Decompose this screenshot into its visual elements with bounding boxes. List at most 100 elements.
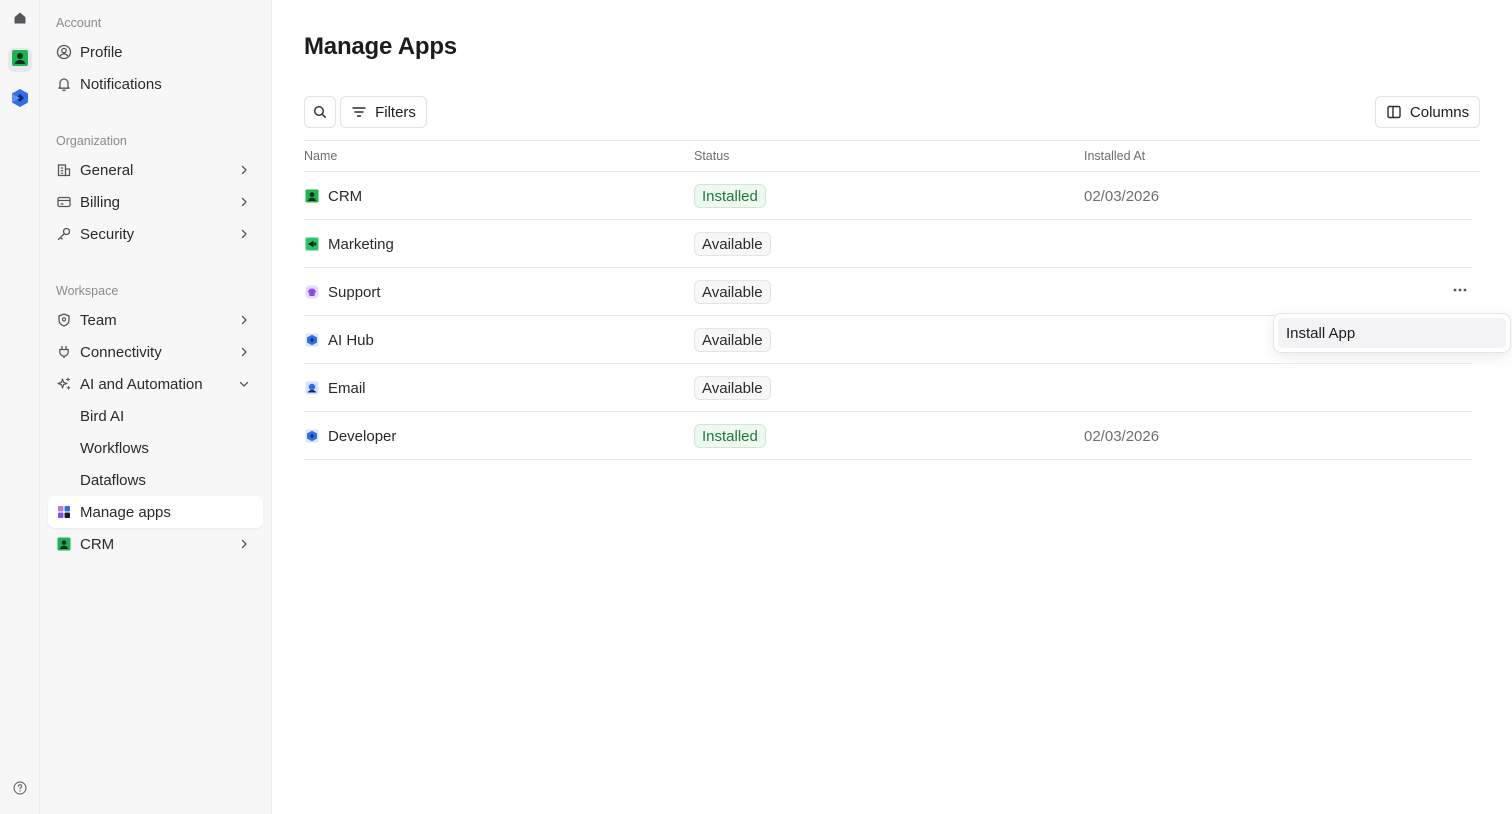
status-badge: Available xyxy=(694,328,771,352)
crm-icon xyxy=(304,188,320,204)
app-name-cell: Marketing xyxy=(304,220,394,268)
columns-button[interactable]: Columns xyxy=(1375,96,1480,128)
sidebar-item-general[interactable]: General xyxy=(48,154,263,186)
column-header-name[interactable]: Name xyxy=(304,149,337,163)
chevron-down-icon xyxy=(237,377,251,391)
sidebar-item-connectivity[interactable]: Connectivity xyxy=(48,336,263,368)
sidebar-subitem-bird-ai[interactable]: Bird AI xyxy=(72,400,263,432)
sidebar-item-ai-and-automation[interactable]: AI and Automation xyxy=(48,368,263,400)
shield-icon xyxy=(56,312,72,328)
table-row[interactable]: Support Available xyxy=(304,268,1472,316)
key-icon xyxy=(56,226,72,242)
support-icon xyxy=(304,284,320,300)
install-app-menu-item[interactable]: Install App xyxy=(1278,318,1506,348)
sidebar-item-label: Connectivity xyxy=(80,343,162,361)
app-name: AI Hub xyxy=(328,331,374,349)
app-name: Email xyxy=(328,379,366,397)
row-context-menu: Install App xyxy=(1273,313,1511,353)
search-button[interactable] xyxy=(304,96,336,128)
sidebar-item-label: General xyxy=(80,161,134,179)
table-row[interactable]: Email Available xyxy=(304,364,1472,412)
sidebar-item-billing[interactable]: Billing xyxy=(48,186,263,218)
building-icon xyxy=(56,162,72,178)
search-icon xyxy=(312,104,328,120)
sidebar-item-label: Manage apps xyxy=(80,503,171,521)
app-name-cell: Developer xyxy=(304,412,396,460)
crm-app-button[interactable] xyxy=(8,48,32,72)
developer-logo-icon xyxy=(10,88,30,113)
main-content: Manage Apps Filters Columns Name Status … xyxy=(272,0,1512,814)
more-horizontal-icon xyxy=(1452,282,1468,303)
sidebar-subitem-workflows[interactable]: Workflows xyxy=(72,432,263,464)
crm-logo-icon xyxy=(11,49,29,72)
crm-icon xyxy=(56,536,72,552)
chevron-right-icon xyxy=(237,227,251,241)
app-name-cell: AI Hub xyxy=(304,316,374,364)
credit-card-icon xyxy=(56,194,72,210)
app-name: Support xyxy=(328,283,381,301)
section-title-account: Account xyxy=(56,16,102,30)
column-header-installed-at[interactable]: Installed At xyxy=(1084,149,1145,163)
app-name-cell: Email xyxy=(304,364,366,412)
installed-date: 02/03/2026 xyxy=(1084,427,1160,445)
filters-label: Filters xyxy=(375,103,416,121)
sidebar-item-label: Billing xyxy=(80,193,121,211)
marketing-icon xyxy=(304,236,320,252)
sidebar-item-label: CRM xyxy=(80,535,115,553)
app-name: CRM xyxy=(328,187,363,205)
installed-date: 02/03/2026 xyxy=(1084,187,1160,205)
sidebar-item-notifications[interactable]: Notifications xyxy=(48,68,263,100)
sidebar-item-label: Bird AI xyxy=(80,407,125,425)
page-title: Manage Apps xyxy=(304,33,457,60)
columns-label: Columns xyxy=(1409,103,1470,121)
sidebar-item-label: Security xyxy=(80,225,135,243)
bell-icon xyxy=(56,76,72,92)
table-row[interactable]: Developer Installed 02/03/2026 xyxy=(304,412,1472,460)
app-name: Marketing xyxy=(328,235,394,253)
chevron-right-icon xyxy=(237,163,251,177)
sidebar-item-manage-apps[interactable]: Manage apps xyxy=(48,496,263,528)
chevron-right-icon xyxy=(237,537,251,551)
sidebar-item-security[interactable]: Security xyxy=(48,218,263,250)
ai-hub-icon xyxy=(304,332,320,348)
icon-rail xyxy=(0,0,40,814)
home-icon xyxy=(12,10,28,31)
status-badge: Installed xyxy=(694,184,766,208)
sidebar-item-team[interactable]: Team xyxy=(48,304,263,336)
table-row[interactable]: Marketing Available xyxy=(304,220,1472,268)
columns-icon xyxy=(1386,104,1402,120)
sidebar-item-label: Notifications xyxy=(80,75,162,93)
home-button[interactable] xyxy=(8,8,32,32)
user-circle-icon xyxy=(56,44,72,60)
sidebar-item-crm[interactable]: CRM xyxy=(48,528,263,560)
filters-button[interactable]: Filters xyxy=(340,96,427,128)
app-name: Developer xyxy=(328,427,397,445)
sidebar-subitem-dataflows[interactable]: Dataflows xyxy=(72,464,263,496)
table-row[interactable]: CRM Installed 02/03/2026 xyxy=(304,172,1472,220)
sidebar-item-label: Team xyxy=(80,311,117,329)
app-name-cell: Support xyxy=(304,268,381,316)
sidebar-item-label: Workflows xyxy=(80,439,149,457)
apps-table: Name Status Installed At CRM Installed 0… xyxy=(304,140,1480,460)
email-icon xyxy=(304,380,320,396)
settings-sidebar: Account Profile Notifications Organizati… xyxy=(40,0,272,814)
sparkles-icon xyxy=(56,376,72,392)
sidebar-item-label: Profile xyxy=(80,43,123,61)
developer-icon xyxy=(304,428,320,444)
status-badge: Available xyxy=(694,232,771,256)
plug-icon xyxy=(56,344,72,360)
column-header-status[interactable]: Status xyxy=(694,149,729,163)
app-name-cell: CRM xyxy=(304,172,362,220)
status-badge: Installed xyxy=(694,424,766,448)
help-icon xyxy=(13,780,27,800)
chevron-right-icon xyxy=(237,313,251,327)
row-actions-button[interactable] xyxy=(1448,280,1472,304)
chevron-right-icon xyxy=(237,345,251,359)
developer-app-button[interactable] xyxy=(8,88,32,112)
section-title-workspace: Workspace xyxy=(56,284,119,298)
chevron-right-icon xyxy=(237,195,251,209)
help-button[interactable] xyxy=(8,778,32,802)
section-title-organization: Organization xyxy=(56,134,127,148)
table-header: Name Status Installed At xyxy=(304,140,1480,172)
sidebar-item-profile[interactable]: Profile xyxy=(48,36,263,68)
